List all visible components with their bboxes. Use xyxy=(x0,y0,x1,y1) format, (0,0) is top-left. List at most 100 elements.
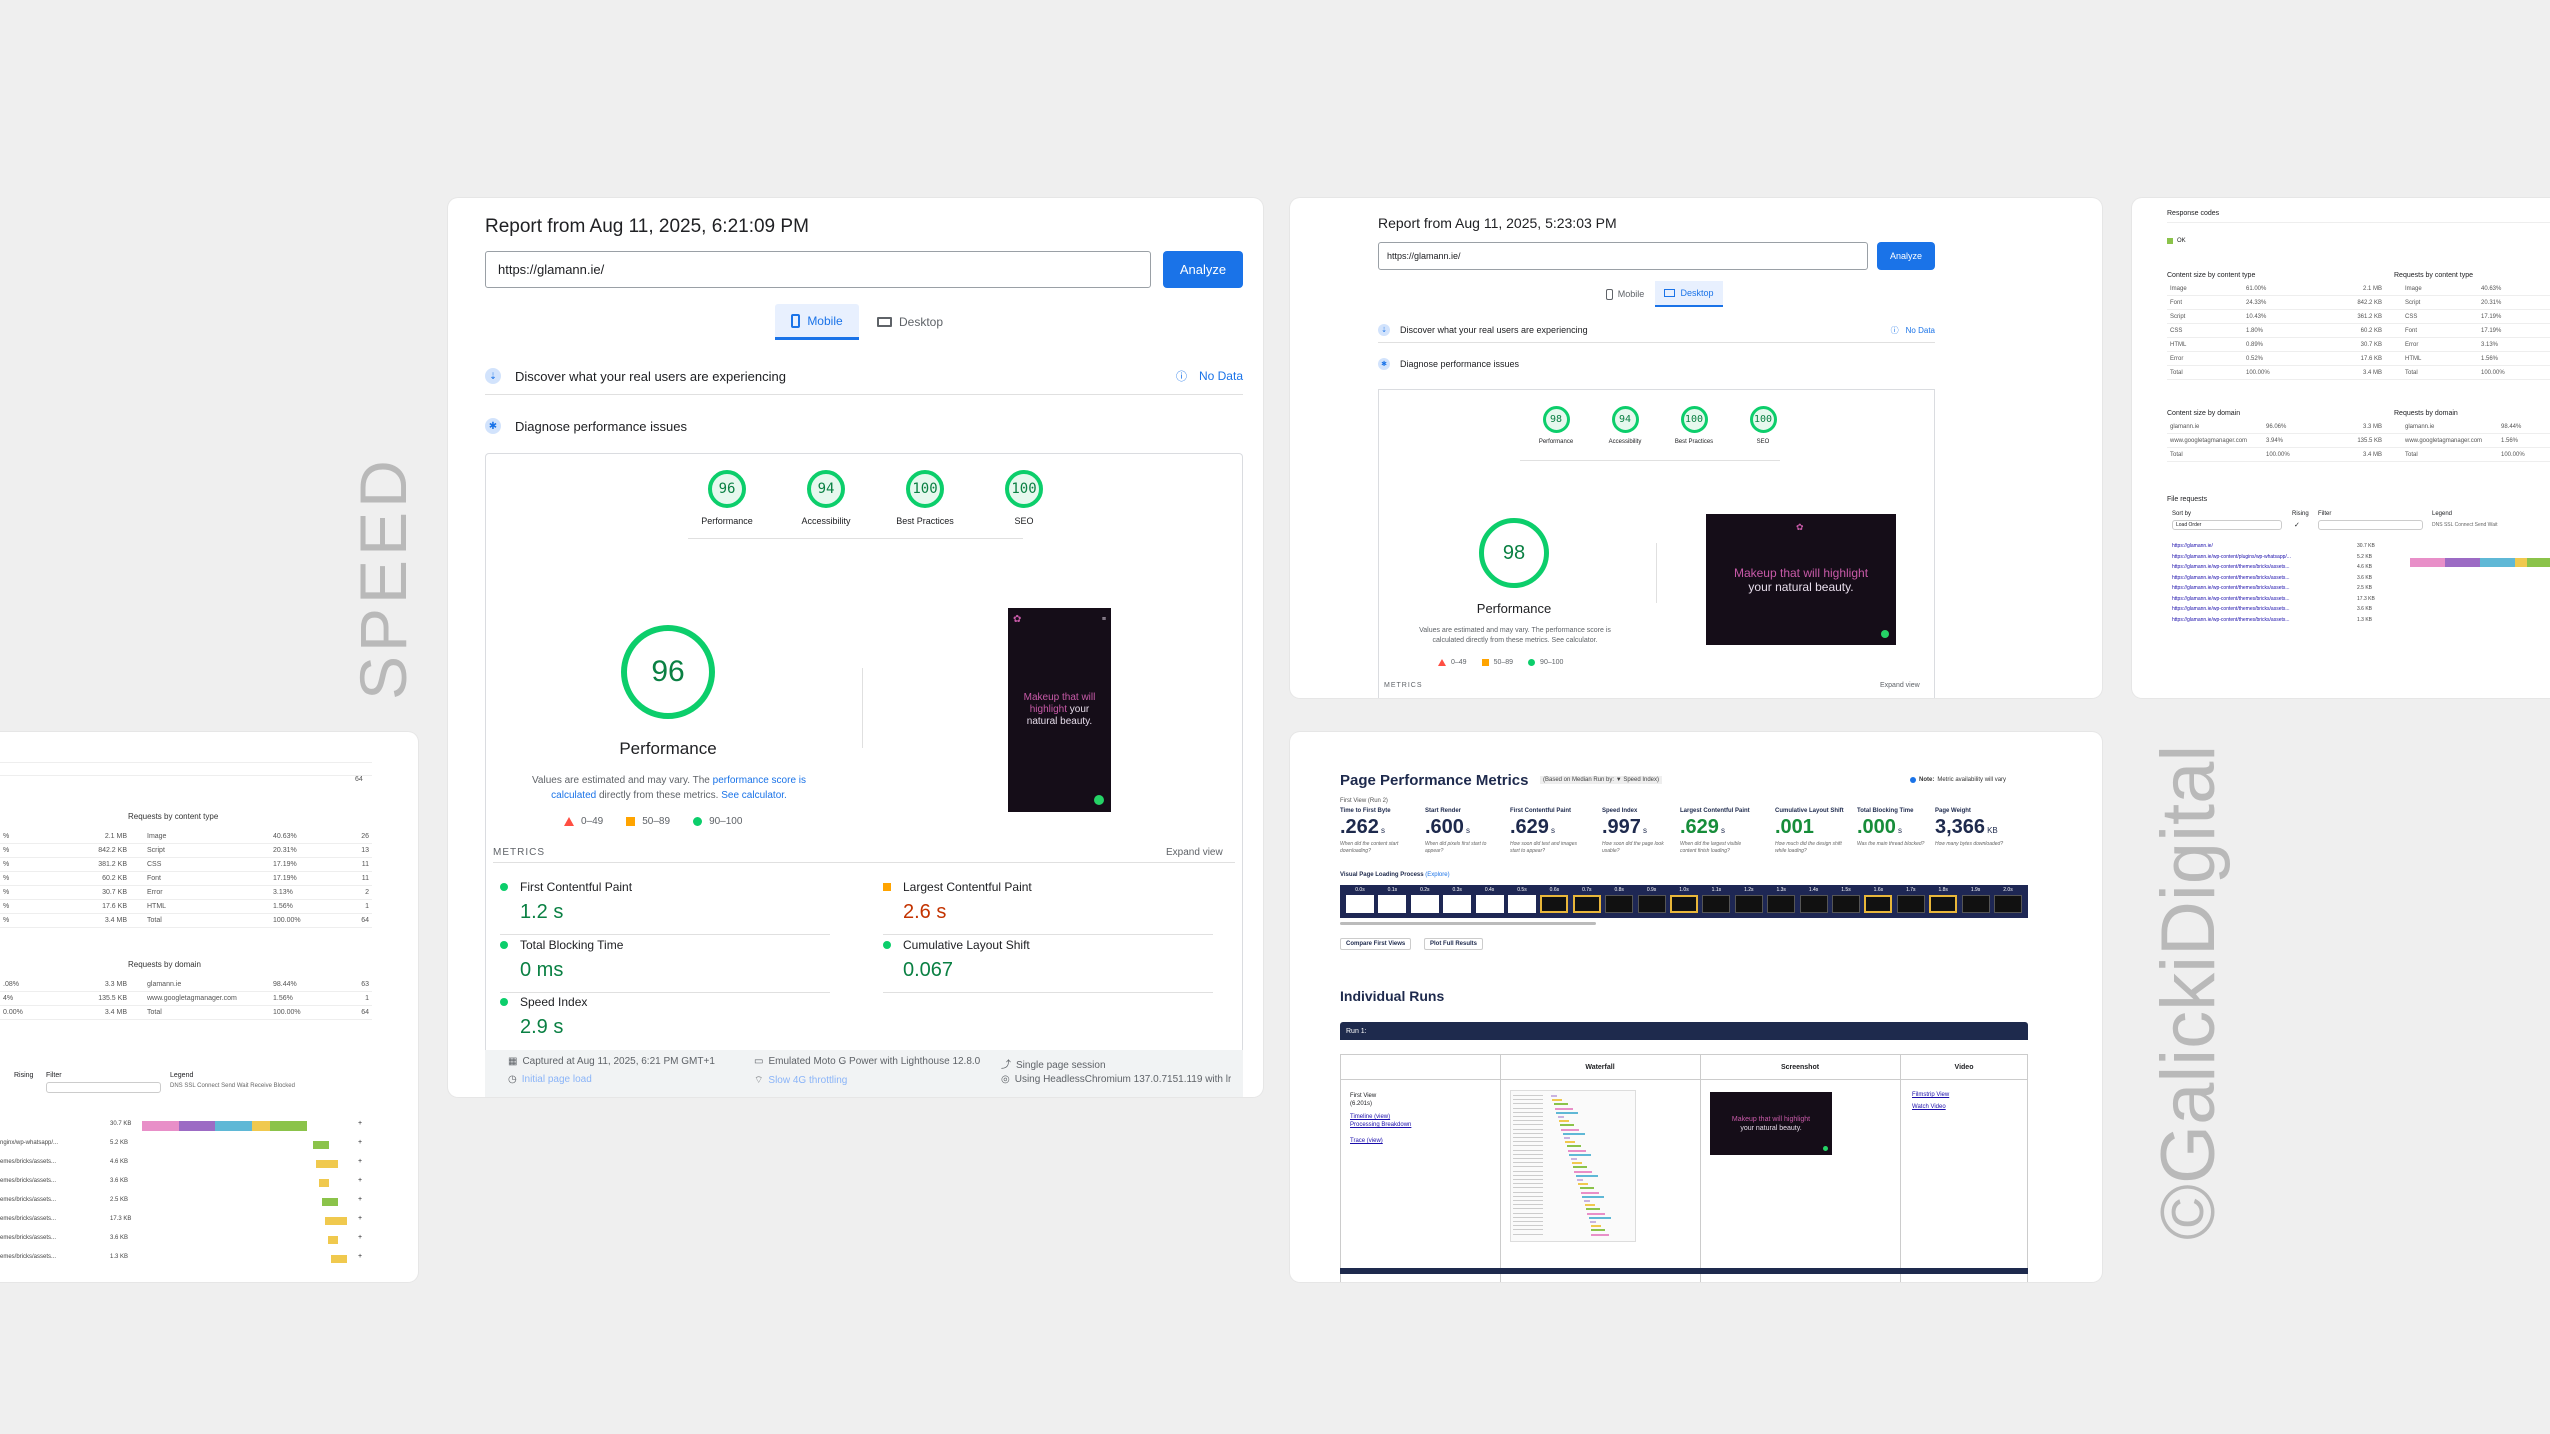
filmstrip-frame[interactable] xyxy=(1767,895,1796,913)
discover-section[interactable]: ⇣ Discover what your real users are expe… xyxy=(485,358,1243,395)
expand-view-toggle[interactable]: Expand view xyxy=(1166,847,1223,858)
analyze-button[interactable]: Analyze xyxy=(1163,251,1243,288)
filmstrip-frame[interactable] xyxy=(1994,895,2022,913)
wpt-metric-label: Speed Index xyxy=(1602,808,1638,814)
expand-row-icon[interactable]: + xyxy=(358,1177,362,1184)
expand-row-icon[interactable]: + xyxy=(358,1196,362,1203)
poor-triangle-icon xyxy=(564,817,574,826)
score-gauge-2[interactable]: 100 Best Practices xyxy=(886,470,964,526)
rising-checkbox[interactable]: ✓ xyxy=(2294,521,2300,529)
file-name[interactable]: emes/bricks/assets... xyxy=(0,1159,56,1165)
gauge-ring: 100 xyxy=(1005,470,1043,508)
file-name[interactable]: https://glamann.ie/wp-content/plugins/wp… xyxy=(2172,554,2291,560)
file-name[interactable]: emes/bricks/assets... xyxy=(0,1197,56,1203)
file-name[interactable]: emes/bricks/assets... xyxy=(0,1254,56,1260)
filmstrip-frame[interactable] xyxy=(1702,895,1731,913)
metric-value: 1.2 s xyxy=(520,901,564,923)
table-row: Font 24.33% 842.2 KB Script 20.31% xyxy=(2167,295,2550,310)
file-name[interactable]: nginx/wp-whatsapp/... xyxy=(0,1140,58,1146)
expand-row-icon[interactable]: + xyxy=(358,1158,362,1165)
file-name[interactable]: https://glamann.ie/wp-content/themes/bri… xyxy=(2172,575,2290,581)
processing-breakdown-link[interactable]: Processing Breakdown xyxy=(1350,1122,1411,1128)
metric-value: 0.067 xyxy=(903,959,954,981)
r-filter-input[interactable] xyxy=(2318,520,2423,530)
waterfall-thumbnail[interactable] xyxy=(1510,1090,1636,1242)
file-name[interactable]: https://glamann.ie/wp-content/themes/bri… xyxy=(2172,606,2290,612)
compare-first-views-button[interactable]: Compare First Views xyxy=(1340,938,1412,950)
table-cell: 1.80% xyxy=(2243,323,2309,338)
filmstrip-frame[interactable] xyxy=(1378,895,1407,913)
tab-desktop[interactable]: Desktop xyxy=(868,304,952,340)
d-score-gauge-2[interactable]: 100 Best Practices xyxy=(1668,406,1720,445)
score-gauge-0[interactable]: 96 Performance xyxy=(688,470,766,526)
filmstrip-frame[interactable] xyxy=(1832,895,1860,913)
file-name[interactable]: emes/bricks/assets... xyxy=(0,1216,56,1222)
filmstrip-frame[interactable] xyxy=(1508,895,1536,913)
table-cell: 1.56% xyxy=(2498,433,2550,448)
run-screenshot[interactable]: Makeup that will highlight your natural … xyxy=(1710,1092,1832,1155)
expand-row-icon[interactable]: + xyxy=(358,1234,362,1241)
filmstrip-frame[interactable] xyxy=(1961,895,1990,913)
first-view-link[interactable]: First View (Run 2) xyxy=(1340,798,1388,804)
timeline-link[interactable]: Timeline (view) xyxy=(1350,1114,1390,1120)
table-cell: 2 xyxy=(336,885,372,900)
d-score-gauge-0[interactable]: 98 Performance xyxy=(1530,406,1582,445)
see-calculator-link[interactable]: See calculator. xyxy=(721,790,787,801)
file-name[interactable]: https://glamann.ie/wp-content/themes/bri… xyxy=(2172,585,2290,591)
filmstrip-frame[interactable] xyxy=(1637,895,1666,913)
file-name[interactable]: https://glamann.ie/wp-content/themes/bri… xyxy=(2172,564,2290,570)
filmstrip-frame[interactable] xyxy=(1605,895,1634,913)
d-score-gauge-1[interactable]: 94 Accessibility xyxy=(1599,406,1651,445)
file-name[interactable]: https://glamann.ie/ xyxy=(2172,543,2213,549)
screenshot-logo-icon: ✿ xyxy=(1013,614,1022,625)
d-gauge-label: SEO xyxy=(1756,439,1770,445)
d-url-input[interactable]: https://glamann.ie/ xyxy=(1378,242,1868,270)
d-analyze-button[interactable]: Analyze xyxy=(1877,242,1935,270)
filmstrip-frame[interactable] xyxy=(1734,895,1763,913)
table-cell: 3.4 MB xyxy=(2319,447,2402,462)
score-gauge-3[interactable]: 100 SEO xyxy=(985,470,1063,526)
filmstrip-frame[interactable] xyxy=(1475,895,1504,913)
waterfall-segment xyxy=(322,1198,338,1206)
explore-link[interactable]: (Explore) xyxy=(1425,872,1449,878)
filmstrip-frame[interactable] xyxy=(1346,895,1374,913)
d-tab-mobile[interactable]: Mobile xyxy=(1595,281,1655,307)
table-cell: 26 xyxy=(336,830,372,844)
filmstrip-frame[interactable] xyxy=(1540,895,1569,913)
watch-video-link[interactable]: Watch Video xyxy=(1912,1104,1946,1110)
d-score-gauge-3[interactable]: 100 SEO xyxy=(1737,406,1789,445)
filmstrip-scrollbar[interactable] xyxy=(1340,922,1596,925)
wpt-metric-value: .262 xyxy=(1340,816,1379,838)
expand-row-icon[interactable]: + xyxy=(358,1139,362,1146)
filmstrip-frame[interactable] xyxy=(1572,895,1601,913)
tab-mobile[interactable]: Mobile xyxy=(775,304,859,340)
filmstrip-frame[interactable] xyxy=(1864,895,1893,913)
ok-color-swatch xyxy=(2167,238,2173,244)
expand-row-icon[interactable]: + xyxy=(358,1215,362,1222)
file-name[interactable]: https://glamann.ie/wp-content/themes/bri… xyxy=(2172,617,2290,623)
file-name[interactable]: emes/bricks/assets... xyxy=(0,1178,56,1184)
filmstrip-frame[interactable] xyxy=(1670,895,1698,913)
left-filter-input[interactable] xyxy=(46,1082,161,1093)
d-tab-desktop[interactable]: Desktop xyxy=(1655,281,1723,307)
trace-link[interactable]: Trace (view) xyxy=(1350,1138,1383,1144)
d-discover-section[interactable]: ⇣ Discover what your real users are expe… xyxy=(1378,318,1935,343)
filmstrip-frame[interactable] xyxy=(1929,895,1958,913)
file-name[interactable]: https://glamann.ie/wp-content/themes/bri… xyxy=(2172,596,2290,602)
expand-row-icon[interactable]: + xyxy=(358,1120,362,1127)
filmstrip-frame[interactable] xyxy=(1799,895,1828,913)
table-cell: Total xyxy=(2402,365,2478,380)
plot-full-results-button[interactable]: Plot Full Results xyxy=(1424,938,1484,950)
sort-by-select[interactable]: Load Order xyxy=(2172,520,2282,530)
filmstrip-frame[interactable] xyxy=(1443,895,1472,913)
table-row: Error 0.52% 17.6 KB HTML 1.56% xyxy=(2167,351,2550,366)
d-expand-view-toggle[interactable]: Expand view xyxy=(1880,682,1920,689)
frame-time: 1.5s xyxy=(1841,887,1851,893)
expand-row-icon[interactable]: + xyxy=(358,1253,362,1260)
url-input[interactable]: https://glamann.ie/ xyxy=(485,251,1151,288)
filmstrip-frame[interactable] xyxy=(1896,895,1925,913)
filmstrip-view-link[interactable]: Filmstrip View xyxy=(1912,1092,1949,1098)
score-gauge-1[interactable]: 94 Accessibility xyxy=(787,470,865,526)
file-name[interactable]: emes/bricks/assets... xyxy=(0,1235,56,1241)
filmstrip-frame[interactable] xyxy=(1410,895,1439,913)
